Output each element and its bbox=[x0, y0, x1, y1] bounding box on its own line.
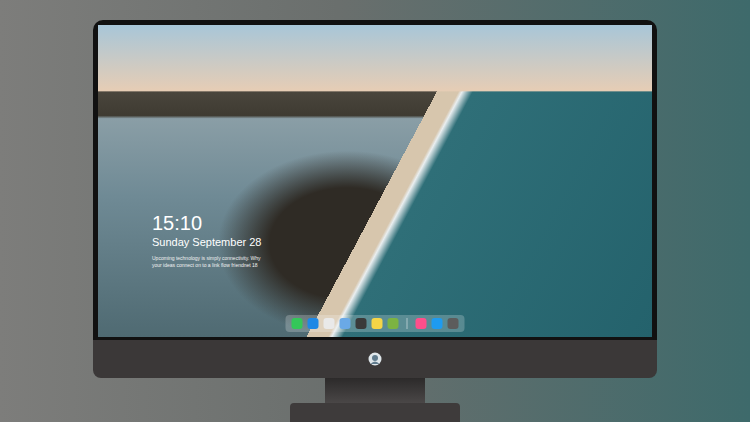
app-icon[interactable] bbox=[432, 318, 443, 329]
monitor-bezel: 15:10 Sunday September 28 Upcoming techn… bbox=[93, 20, 657, 340]
monitor-stand-neck bbox=[325, 378, 425, 403]
dock bbox=[286, 315, 465, 332]
clock-date: Sunday September 28 bbox=[152, 236, 261, 249]
caption-line: your ideas connect on to a link flow fri… bbox=[152, 262, 261, 269]
app-icon[interactable] bbox=[388, 318, 399, 329]
lock-screen-info: 15:10 Sunday September 28 Upcoming techn… bbox=[152, 212, 261, 268]
monitor-chin bbox=[93, 340, 657, 378]
monitor: 15:10 Sunday September 28 Upcoming techn… bbox=[93, 20, 657, 422]
app-icon[interactable] bbox=[340, 318, 351, 329]
app-icon[interactable] bbox=[448, 318, 459, 329]
caption-line: Upcoming technology is simply connectivi… bbox=[152, 255, 261, 262]
desktop-screen: 15:10 Sunday September 28 Upcoming techn… bbox=[98, 25, 652, 337]
app-icon[interactable] bbox=[292, 318, 303, 329]
wallpaper bbox=[98, 25, 652, 337]
monitor-stand-base bbox=[290, 403, 460, 422]
wallpaper-caption: Upcoming technology is simply connectivi… bbox=[152, 255, 261, 268]
clock-time: 15:10 bbox=[152, 212, 261, 234]
background: 15:10 Sunday September 28 Upcoming techn… bbox=[0, 0, 750, 422]
app-icon[interactable] bbox=[416, 318, 427, 329]
app-icon[interactable] bbox=[372, 318, 383, 329]
brand-logo-icon bbox=[368, 352, 382, 366]
app-icon[interactable] bbox=[324, 318, 335, 329]
dock-separator bbox=[407, 318, 408, 329]
app-icon[interactable] bbox=[356, 318, 367, 329]
app-icon[interactable] bbox=[308, 318, 319, 329]
